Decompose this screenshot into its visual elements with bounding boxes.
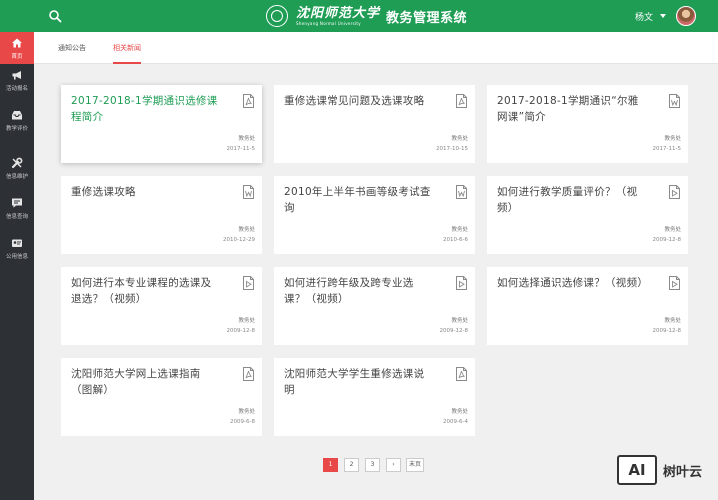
news-date: 2009-6-4 bbox=[443, 419, 468, 425]
system-title: 教务管理系统 bbox=[386, 10, 468, 26]
search-icon[interactable] bbox=[48, 9, 62, 23]
pdf-icon bbox=[456, 367, 467, 381]
news-date: 2009-12-8 bbox=[226, 328, 255, 334]
news-card[interactable]: 重修选课攻略 教务处 2010-12-29 bbox=[61, 176, 262, 254]
news-department: 教务处 bbox=[664, 136, 681, 142]
top-header: 沈阳师范大学 Shenyang Normal University 教务管理系统… bbox=[0, 0, 718, 32]
last-page-button[interactable]: 末页 bbox=[406, 458, 424, 472]
video-icon bbox=[669, 185, 680, 199]
news-department: 教务处 bbox=[664, 227, 681, 233]
news-title[interactable]: 如何进行教学质量评价？（视频） bbox=[497, 184, 647, 216]
sidebar-item-label: 公用信息 bbox=[5, 253, 28, 260]
news-title[interactable]: 2017-2018-1学期通识选修课程简介 bbox=[71, 93, 221, 125]
user-menu[interactable]: 杨文 bbox=[635, 0, 696, 32]
chevron-down-icon[interactable] bbox=[660, 14, 666, 18]
sidebar-item-label: 活动报名 bbox=[5, 85, 28, 92]
news-card[interactable]: 如何选择通识选修课？（视频） 教务处 2009-12-8 bbox=[487, 267, 688, 345]
pdf-icon bbox=[456, 94, 467, 108]
news-card[interactable]: 如何进行本专业课程的选课及退选？（视频） 教务处 2009-12-8 bbox=[61, 267, 262, 345]
sidebar-item-label: 教学评价 bbox=[5, 125, 28, 132]
sidebar-item-label: 首页 bbox=[11, 53, 23, 60]
sidebar-item-activities[interactable]: 活动报名 bbox=[0, 64, 34, 96]
word-icon bbox=[456, 185, 467, 199]
university-seal-icon bbox=[266, 5, 288, 27]
chat-icon bbox=[12, 198, 22, 208]
sidebar-item-maintenance[interactable]: 信息维护 bbox=[0, 152, 34, 184]
news-date: 2009-12-8 bbox=[652, 328, 681, 334]
brand-logo[interactable]: 沈阳师范大学 Shenyang Normal University 教务管理系统 bbox=[266, 4, 467, 28]
news-department: 教务处 bbox=[451, 318, 468, 324]
news-title[interactable]: 重修选课攻略 bbox=[71, 184, 221, 200]
news-title[interactable]: 2017-2018-1学期通识“尔雅网课”简介 bbox=[497, 93, 647, 125]
news-date: 2010-12-29 bbox=[223, 237, 255, 243]
word-icon bbox=[243, 185, 254, 199]
sidebar-item-label: 信息查询 bbox=[5, 213, 28, 220]
news-card[interactable]: 2010年上半年书画等级考试查询 教务处 2010-6-6 bbox=[274, 176, 475, 254]
news-card[interactable]: 如何进行教学质量评价？（视频） 教务处 2009-12-8 bbox=[487, 176, 688, 254]
sidebar-item-evaluation[interactable]: 教学评价 bbox=[0, 104, 34, 136]
tab-news[interactable]: 相关新闻 bbox=[113, 32, 141, 64]
news-card[interactable]: 沈阳师范大学网上选课指南（图解） 教务处 2009-6-8 bbox=[61, 358, 262, 436]
news-card[interactable]: 2017-2018-1学期通识选修课程简介 教务处 2017-11-5 bbox=[61, 85, 262, 163]
news-department: 教务处 bbox=[238, 136, 255, 142]
pdf-icon bbox=[243, 94, 254, 108]
news-department: 教务处 bbox=[451, 227, 468, 233]
user-name[interactable]: 杨文 bbox=[635, 10, 653, 23]
news-department: 教务处 bbox=[238, 409, 255, 415]
video-icon bbox=[669, 276, 680, 290]
news-department: 教务处 bbox=[238, 318, 255, 324]
news-title[interactable]: 如何选择通识选修课？（视频） bbox=[497, 275, 648, 291]
news-title[interactable]: 重修选课常见问题及选课攻略 bbox=[284, 93, 434, 109]
university-name: 沈阳师范大学 bbox=[296, 5, 381, 21]
sidebar: 首页 活动报名 教学评价 信息维护 信息查询 公用信息 bbox=[0, 32, 34, 500]
inbox-icon bbox=[12, 110, 22, 119]
news-date: 2017-11-5 bbox=[226, 146, 255, 152]
news-department: 教务处 bbox=[451, 409, 468, 415]
sidebar-item-label: 信息维护 bbox=[5, 173, 28, 180]
university-english-name: Shenyang Normal University bbox=[296, 20, 361, 26]
home-icon bbox=[12, 38, 22, 47]
watermark-logo: AI 树叶云 bbox=[617, 455, 702, 485]
page-button-2[interactable]: 2 bbox=[344, 458, 359, 472]
page-button-3[interactable]: 3 bbox=[365, 458, 380, 472]
news-card[interactable]: 2017-2018-1学期通识“尔雅网课”简介 教务处 2017-11-5 bbox=[487, 85, 688, 163]
video-icon bbox=[243, 276, 254, 290]
tab-notices[interactable]: 通知公告 bbox=[58, 32, 86, 64]
news-department: 教务处 bbox=[238, 227, 255, 233]
news-card[interactable]: 如何进行跨年级及跨专业选课？（视频） 教务处 2009-12-8 bbox=[274, 267, 475, 345]
news-date: 2017-11-5 bbox=[652, 146, 681, 152]
news-title[interactable]: 沈阳师范大学网上选课指南（图解） bbox=[71, 366, 221, 398]
news-date: 2010-6-6 bbox=[443, 237, 468, 243]
news-title[interactable]: 如何进行本专业课程的选课及退选？（视频） bbox=[71, 275, 221, 307]
news-card[interactable]: 重修选课常见问题及选课攻略 教务处 2017-10-15 bbox=[274, 85, 475, 163]
news-date: 2009-6-8 bbox=[230, 419, 255, 425]
news-department: 教务处 bbox=[451, 136, 468, 142]
news-department: 教务处 bbox=[664, 318, 681, 324]
video-icon bbox=[456, 276, 467, 290]
sidebar-item-query[interactable]: 信息查询 bbox=[0, 192, 34, 224]
pdf-icon bbox=[243, 367, 254, 381]
news-card[interactable]: 沈阳师范大学学生重修选课说明 教务处 2009-6-4 bbox=[274, 358, 475, 436]
watermark-text: 树叶云 bbox=[663, 464, 703, 480]
page-button-1[interactable]: 1 bbox=[323, 458, 338, 472]
sidebar-item-public-info[interactable]: 公用信息 bbox=[0, 232, 34, 264]
news-title[interactable]: 2010年上半年书画等级考试查询 bbox=[284, 184, 434, 216]
tab-bar: 通知公告 相关新闻 bbox=[34, 32, 718, 64]
sidebar-item-home[interactable]: 首页 bbox=[0, 32, 34, 64]
news-date: 2009-12-8 bbox=[439, 328, 468, 334]
news-title[interactable]: 沈阳师范大学学生重修选课说明 bbox=[284, 366, 434, 398]
news-date: 2017-10-15 bbox=[436, 146, 468, 152]
avatar[interactable] bbox=[676, 6, 696, 26]
next-page-button[interactable]: › bbox=[386, 458, 401, 472]
news-date: 2009-12-8 bbox=[652, 237, 681, 243]
megaphone-icon bbox=[12, 70, 21, 79]
news-title[interactable]: 如何进行跨年级及跨专业选课？（视频） bbox=[284, 275, 434, 307]
word-icon bbox=[669, 94, 680, 108]
wrench-icon bbox=[11, 157, 23, 168]
watermark-badge: AI bbox=[617, 455, 657, 485]
id-card-icon bbox=[12, 239, 22, 247]
